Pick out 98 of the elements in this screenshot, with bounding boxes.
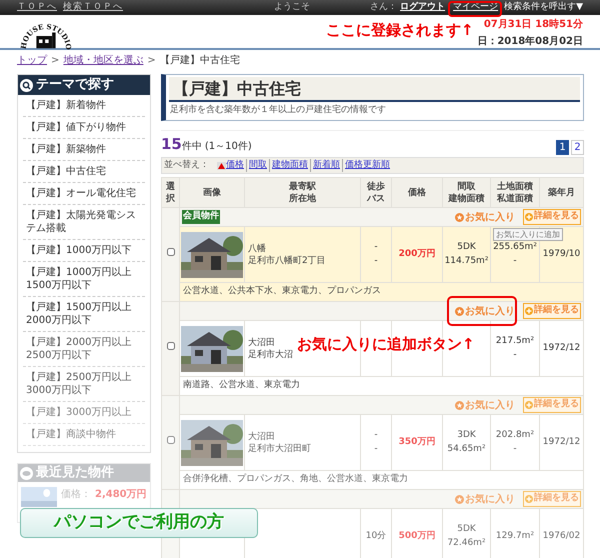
land-area: 129.7m² — [491, 530, 539, 544]
highlight-frame — [448, 1, 502, 17]
page-link[interactable]: 1 — [556, 140, 569, 155]
highlight-frame — [447, 296, 517, 326]
theme-link[interactable]: 【戸建】1000万円以上1500万円以下 — [23, 262, 145, 297]
price-text: 500万円 — [398, 530, 436, 541]
saved-search-link[interactable]: 検索条件を呼出す▼ — [504, 0, 583, 14]
land-area: 217.5m² — [491, 335, 539, 348]
breadcrumb-current: 【戸建】中古住宅 — [160, 54, 240, 68]
result-count-suffix: 件中 — [182, 140, 202, 154]
building-area: 114.75m² — [443, 254, 490, 268]
built-date: 1976/02 — [542, 530, 580, 541]
banner: パソコンでご利用の方 — [20, 508, 258, 538]
user-suffix: さん： — [370, 0, 398, 14]
sort-link[interactable]: 間取 — [249, 158, 267, 172]
plus-icon — [525, 495, 533, 503]
sort-link[interactable]: 価格更新順 — [345, 158, 390, 172]
theme-link[interactable]: 【戸建】1500万円以上2000万円以下 — [23, 297, 145, 332]
recent-price: 2,480万円 — [95, 488, 147, 502]
utilities-note: 南道路、公営水道、東京電力 — [183, 380, 300, 390]
theme-link[interactable]: 【戸建】オール電化住宅 — [23, 183, 145, 205]
sort-link[interactable]: 建物面積 — [272, 158, 308, 172]
theme-link[interactable]: 【戸建】2000万円以上2500万円以下 — [23, 332, 145, 367]
select-checkbox[interactable] — [166, 248, 174, 256]
layout-text: 3DK — [456, 429, 477, 442]
utilities-note: 公営水道、公共本下水、東京電力、プロパンガス — [183, 286, 381, 296]
result-range: (1～10件) — [204, 140, 252, 154]
welcome-text: ようこそ — [274, 0, 310, 14]
walk-time: - — [373, 241, 379, 254]
address-text: 足利市大沼田町 — [248, 442, 311, 454]
star-icon — [455, 212, 464, 222]
plus-icon — [525, 307, 533, 315]
breadcrumb-separator: > — [147, 54, 156, 68]
breadcrumb-separator: > — [51, 54, 60, 68]
column-header: 選 択 — [162, 178, 180, 208]
recent-price-label: 価格： — [61, 488, 91, 502]
address-text: 足利市八幡町2丁目 — [248, 254, 326, 266]
result-count: 15 — [161, 134, 182, 154]
walk-time: 10分 — [364, 530, 388, 543]
breadcrumb-link[interactable]: トップ — [17, 52, 47, 68]
land-area: 202.8m² — [491, 429, 539, 442]
station-text: 大沼田 — [248, 430, 275, 442]
theme-link[interactable]: 【戸建】太陽光発電システム搭載 — [23, 205, 145, 240]
page-title: 【戸建】中古住宅 — [173, 78, 301, 100]
theme-link[interactable]: 【戸建】商談中物件 — [23, 424, 145, 446]
bus-time: - — [373, 442, 379, 456]
building-area: 54.65m² — [443, 442, 490, 456]
member-badge: 会員物件 — [182, 210, 220, 224]
theme-heading: テーマで探す — [18, 75, 150, 95]
top-link[interactable]: ＴＯＰへ — [17, 0, 57, 14]
sort-link[interactable]: 価格 — [226, 158, 244, 172]
built-date: 1979/10 — [542, 248, 580, 259]
theme-link[interactable]: 【戸建】中古住宅 — [23, 161, 145, 183]
built-date: 1972/12 — [542, 342, 580, 353]
sort-link[interactable]: 新着順 — [313, 158, 340, 172]
price-text: 350万円 — [398, 436, 436, 447]
theme-link[interactable]: 【戸建】新築物件 — [23, 139, 145, 161]
select-checkbox[interactable] — [166, 342, 174, 350]
walk-time: - — [373, 429, 379, 442]
built-date: 1972/12 — [542, 436, 580, 447]
private-road-area: - — [491, 254, 539, 268]
theme-link[interactable]: 【戸建】2500万円以上3000万円以下 — [23, 367, 145, 402]
star-icon — [455, 494, 464, 504]
theme-link[interactable]: 【戸建】1000万円以下 — [23, 240, 145, 262]
logout-link[interactable]: ログアウト — [400, 0, 446, 14]
top-link[interactable]: 検索ＴＯＰへ — [63, 0, 123, 14]
recent-heading: 最近見た物件 — [18, 464, 150, 482]
theme-link[interactable]: 【戸建】値下がり物件 — [23, 117, 145, 139]
building-area: 72.46m² — [443, 536, 490, 550]
plus-icon — [525, 213, 533, 221]
station-text: 大沼田 — [248, 336, 275, 348]
layout-text: 5DK — [456, 523, 477, 536]
price-text: 200万円 — [398, 248, 436, 259]
annotation-text: お気に入りに追加ボタン↑ — [297, 334, 475, 355]
utilities-note: 合併浄化槽、プロパンガス、角地、公営水道、東京電力 — [183, 474, 408, 484]
search-icon — [20, 78, 33, 92]
page-description: 足利市を含む築年数が１年以上の戸建住宅の情報です — [169, 104, 387, 117]
station-text: 八幡 — [248, 242, 266, 254]
select-checkbox[interactable] — [166, 436, 174, 444]
bus-time: - — [373, 254, 379, 268]
breadcrumb-link[interactable]: 地域・地区を選ぶ — [63, 52, 144, 68]
star-icon — [455, 400, 464, 410]
plus-icon — [525, 401, 533, 409]
layout-text: 5DK — [456, 241, 477, 254]
theme-link[interactable]: 【戸建】新着物件 — [23, 95, 145, 117]
annotation-text: ここに登録されます↑ — [326, 20, 474, 41]
update-date: 07月31日 18時51分 — [484, 18, 583, 32]
next-update-date: 日：2018年08月02日 — [477, 34, 583, 49]
address-text: 足利市大沼 — [248, 348, 293, 360]
land-area: 255.65m² — [491, 241, 539, 254]
private-road-area: - — [491, 442, 539, 456]
eye-icon — [20, 466, 33, 480]
page-link[interactable]: 2 — [571, 140, 584, 155]
tooltip: お気に入りに追加 — [493, 228, 563, 241]
star-icon — [455, 306, 464, 316]
theme-link[interactable]: 【戸建】3000万円以上 — [23, 402, 145, 424]
sort-label: 並べ替え： — [164, 158, 209, 172]
private-road-area: - — [491, 348, 539, 362]
